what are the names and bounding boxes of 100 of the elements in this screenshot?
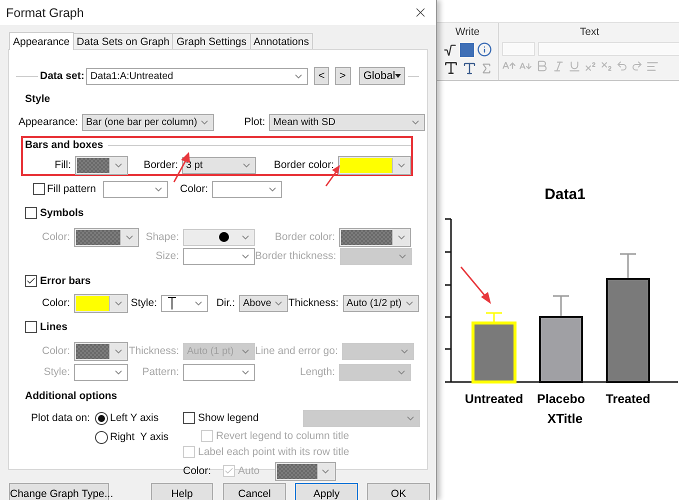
checkbox[interactable] bbox=[33, 183, 45, 195]
align-left-icon[interactable] bbox=[646, 60, 659, 72]
section-heading: Lines bbox=[40, 321, 68, 333]
window-title: Format Graph bbox=[6, 6, 84, 20]
shape-dropdown[interactable] bbox=[183, 228, 255, 246]
field-label: Size: bbox=[154, 250, 180, 262]
superscript-icon[interactable] bbox=[584, 60, 597, 72]
dropdown[interactable]: Mean with SD bbox=[269, 114, 426, 130]
bar bbox=[472, 322, 516, 384]
radio-label: Right Y axis bbox=[110, 431, 169, 443]
style-dropdown[interactable] bbox=[161, 294, 208, 312]
field-label: Style: bbox=[42, 366, 71, 378]
field-label: Plot: bbox=[243, 116, 266, 128]
info-icon[interactable] bbox=[477, 42, 492, 57]
color-picker[interactable] bbox=[274, 462, 336, 480]
category-label: Placebo bbox=[537, 392, 585, 406]
field-label: Length: bbox=[298, 366, 336, 378]
field-label: Plot data on: bbox=[31, 412, 90, 424]
text-icon[interactable] bbox=[462, 60, 476, 76]
dialog-button[interactable]: Help bbox=[151, 483, 213, 500]
field-label: Color: bbox=[183, 465, 212, 477]
section-heading: Error bars bbox=[40, 275, 91, 287]
chart-title: Data1 bbox=[544, 186, 586, 203]
checkbox-label: Auto bbox=[238, 465, 260, 477]
underline-icon[interactable] bbox=[568, 60, 581, 72]
field-label: Color: bbox=[179, 183, 210, 195]
dropdown[interactable] bbox=[183, 364, 255, 380]
dropdown[interactable] bbox=[342, 342, 414, 360]
field-label: Thickness: bbox=[288, 297, 340, 309]
error-bar bbox=[619, 253, 637, 280]
color-picker[interactable] bbox=[75, 156, 128, 174]
checkbox-label: Show legend bbox=[198, 412, 259, 424]
axis-title: XTitle bbox=[547, 411, 583, 426]
error-bar-icon bbox=[165, 296, 179, 310]
field-label: Border color: bbox=[274, 231, 336, 243]
field-label: Border color: bbox=[272, 159, 335, 171]
section-heading: Bars and boxes bbox=[25, 139, 104, 151]
field-label: Style: bbox=[130, 297, 158, 309]
checkbox[interactable] bbox=[25, 207, 37, 219]
previous-button[interactable]: < bbox=[314, 67, 330, 85]
annotation-arrow bbox=[460, 266, 491, 304]
dropdown[interactable] bbox=[302, 410, 420, 426]
radio-button[interactable] bbox=[95, 430, 108, 444]
dropdown[interactable] bbox=[339, 364, 411, 380]
sigma-icon[interactable] bbox=[480, 62, 492, 74]
dropdown[interactable] bbox=[74, 364, 128, 380]
checkbox-label: Label each point with its row title bbox=[198, 446, 350, 458]
checkbox-label: Revert legend to column title bbox=[216, 430, 350, 442]
category-label: Untreated bbox=[464, 392, 524, 406]
text-icon[interactable] bbox=[442, 60, 458, 76]
redo-icon[interactable] bbox=[631, 60, 643, 72]
checkbox-label: Fill pattern bbox=[47, 183, 96, 195]
bold-icon[interactable] bbox=[535, 59, 549, 73]
group-title: Text bbox=[580, 26, 600, 39]
section-heading: Style bbox=[25, 93, 50, 105]
dropdown[interactable]: Auto (1/2 pt) bbox=[342, 294, 419, 312]
dropdown[interactable] bbox=[103, 180, 168, 198]
scope-dropdown[interactable]: Global bbox=[359, 67, 406, 85]
field-label: Pattern: bbox=[141, 366, 180, 378]
font-size-field[interactable] bbox=[502, 42, 535, 56]
group-title: Write bbox=[455, 26, 480, 39]
subscript-icon[interactable] bbox=[600, 60, 613, 72]
data-set-dropdown[interactable]: Data1:A:Untreated bbox=[86, 68, 308, 84]
radical-icon[interactable] bbox=[443, 42, 457, 56]
field-label: Color: bbox=[40, 345, 71, 357]
color-picker[interactable] bbox=[338, 156, 411, 174]
dialog-button[interactable]: Cancel bbox=[223, 483, 286, 500]
color-picker[interactable] bbox=[74, 294, 128, 312]
checkbox[interactable] bbox=[25, 275, 37, 287]
undo-icon[interactable] bbox=[616, 60, 628, 72]
dialog-button[interactable]: OK bbox=[367, 483, 430, 500]
checkbox[interactable] bbox=[183, 412, 195, 424]
dialog-button[interactable]: Apply bbox=[295, 483, 358, 500]
field-label: Border: bbox=[142, 159, 179, 171]
color-picker[interactable] bbox=[74, 228, 139, 246]
field-label: Color: bbox=[40, 231, 71, 243]
next-button[interactable]: > bbox=[335, 67, 352, 85]
tab[interactable]: Graph Settings bbox=[172, 33, 250, 49]
color-picker[interactable] bbox=[339, 228, 411, 246]
dropdown[interactable] bbox=[212, 180, 282, 198]
dot-icon bbox=[218, 232, 228, 242]
radio-button[interactable] bbox=[95, 412, 108, 424]
tab[interactable]: Data Sets on Graph bbox=[72, 33, 174, 49]
font-field[interactable] bbox=[538, 42, 679, 56]
tab[interactable]: Appearance bbox=[9, 32, 74, 50]
field-label: Appearance: bbox=[17, 116, 79, 128]
color-swatch bbox=[76, 344, 109, 358]
checkbox[interactable] bbox=[25, 321, 37, 333]
color-picker[interactable] bbox=[74, 342, 128, 360]
section-heading: Symbols bbox=[40, 207, 84, 219]
field-label: Color: bbox=[40, 297, 71, 309]
square-icon[interactable] bbox=[460, 42, 474, 56]
dropdown[interactable]: Bar (one bar per column) bbox=[82, 114, 214, 130]
italic-icon[interactable] bbox=[552, 60, 565, 72]
field-label: Dir.: bbox=[215, 297, 236, 309]
tab[interactable]: Annotations bbox=[250, 33, 313, 49]
radio-label: Left Y axis bbox=[110, 412, 159, 424]
dropdown[interactable]: Above bbox=[239, 294, 288, 312]
color-swatch bbox=[341, 230, 392, 244]
field-label: Fill: bbox=[54, 159, 72, 171]
